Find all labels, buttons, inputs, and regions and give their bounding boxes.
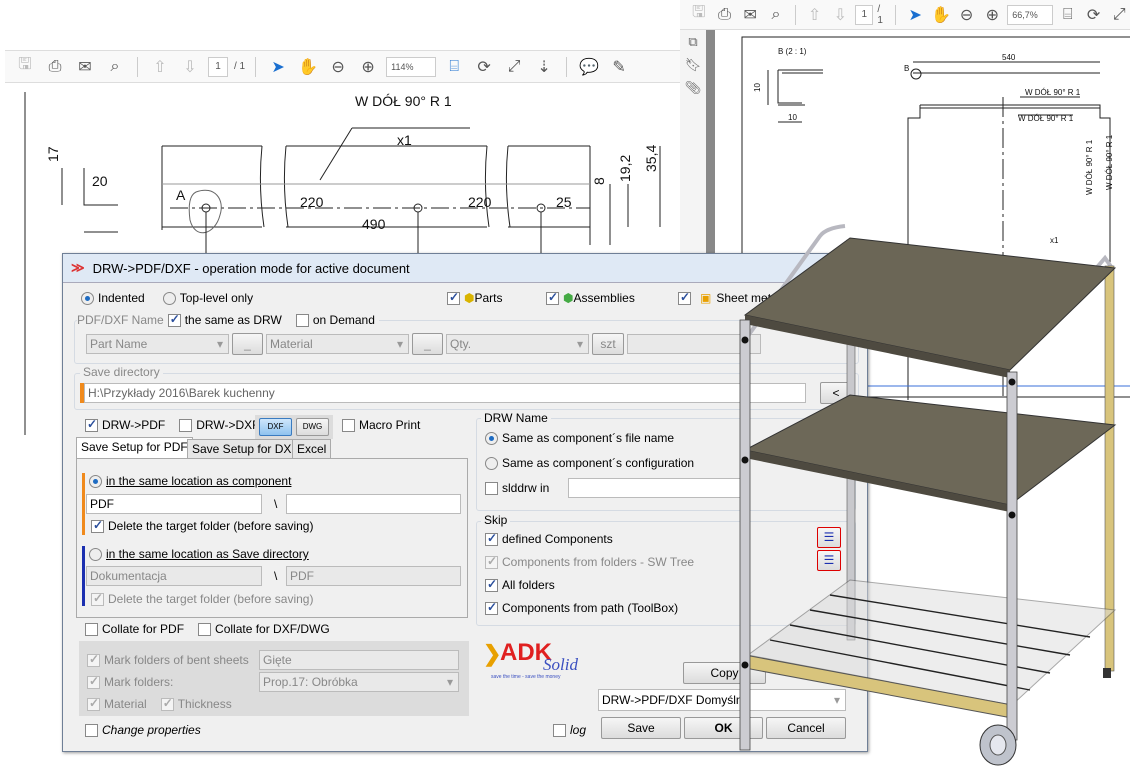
kitchen-cart-3d-render — [739, 224, 1117, 766]
cart-frame — [739, 224, 1117, 766]
